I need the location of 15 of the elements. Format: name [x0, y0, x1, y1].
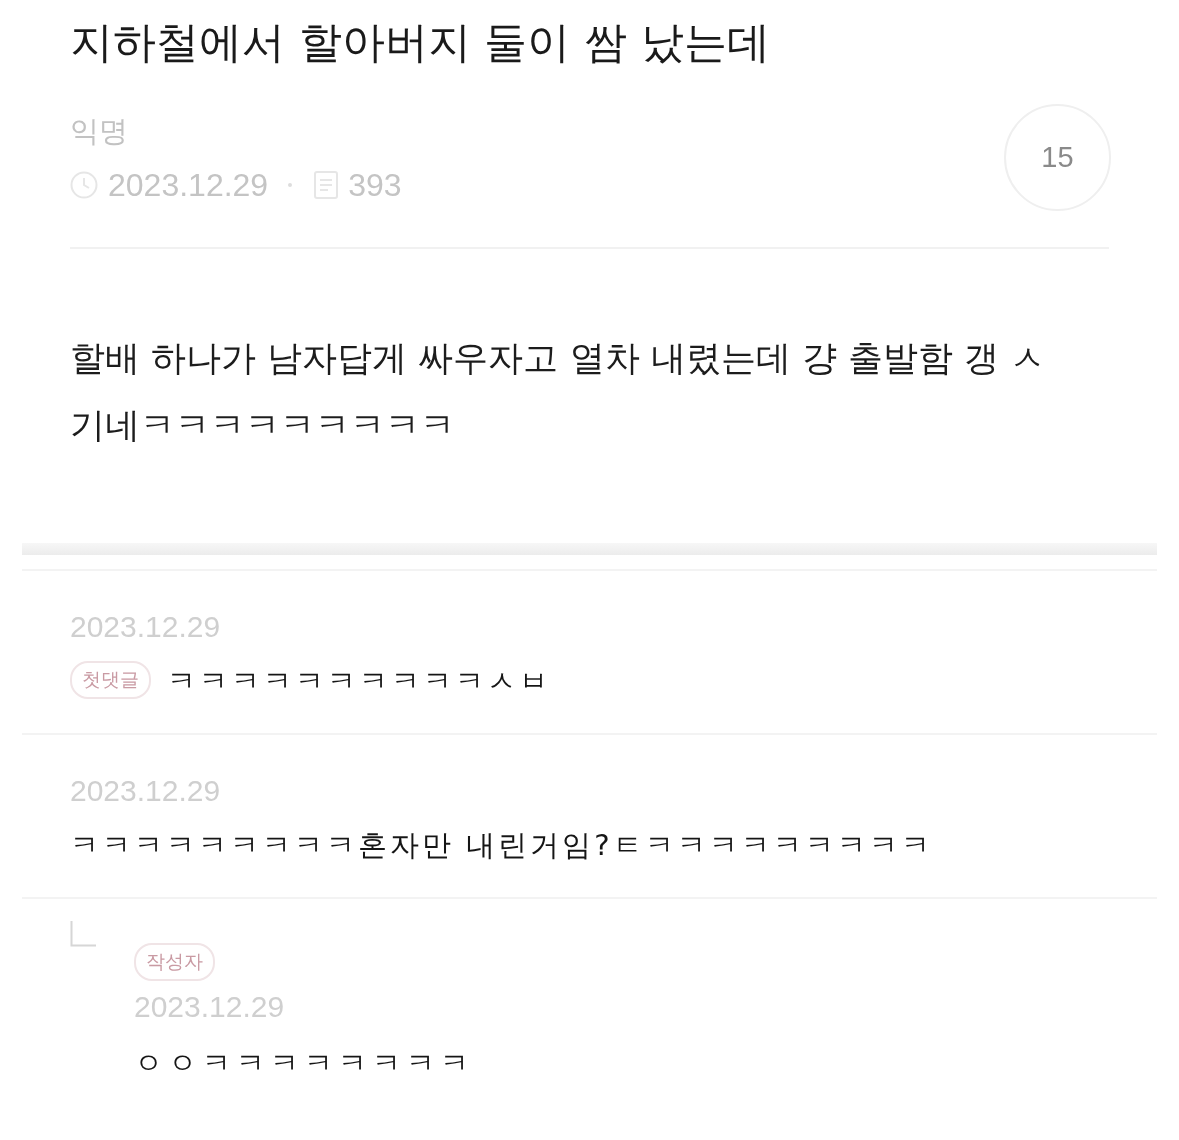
document-icon — [314, 170, 339, 199]
post-date: 2023.12.29 — [108, 165, 269, 205]
clock-icon — [70, 170, 98, 199]
author-badge: 작성자 — [134, 943, 215, 981]
reply-corner-icon — [70, 921, 96, 947]
first-comment-badge: 첫댓글 — [70, 661, 151, 699]
comment-text: ㅋㅋㅋㅋㅋㅋㅋㅋㅋ혼자만 내린거임?ㅌㅋㅋㅋㅋㅋㅋㅋㅋㅋ — [70, 827, 933, 864]
comment-count-circle[interactable]: 15 — [1004, 104, 1111, 211]
comment-text: ㅋㅋㅋㅋㅋㅋㅋㅋㅋㅋㅅㅂ — [167, 663, 551, 700]
view-count: 393 — [348, 165, 402, 205]
post-title: 지하철에서 할아버지 둘이 쌈 났는데 — [70, 16, 771, 69]
post-body: 할배 하나가 남자답게 싸우자고 열차 내렸는데 걍 출발함 갱 ㅅ기네ㅋㅋㅋㅋㅋㅋㅋㅋㅋ — [70, 337, 1047, 447]
author-name: 익명 — [70, 112, 129, 150]
reply-text: ㅇㅇㅋㅋㅋㅋㅋㅋㅋㅋ — [134, 1045, 474, 1082]
separator-dot-icon — [288, 182, 293, 187]
